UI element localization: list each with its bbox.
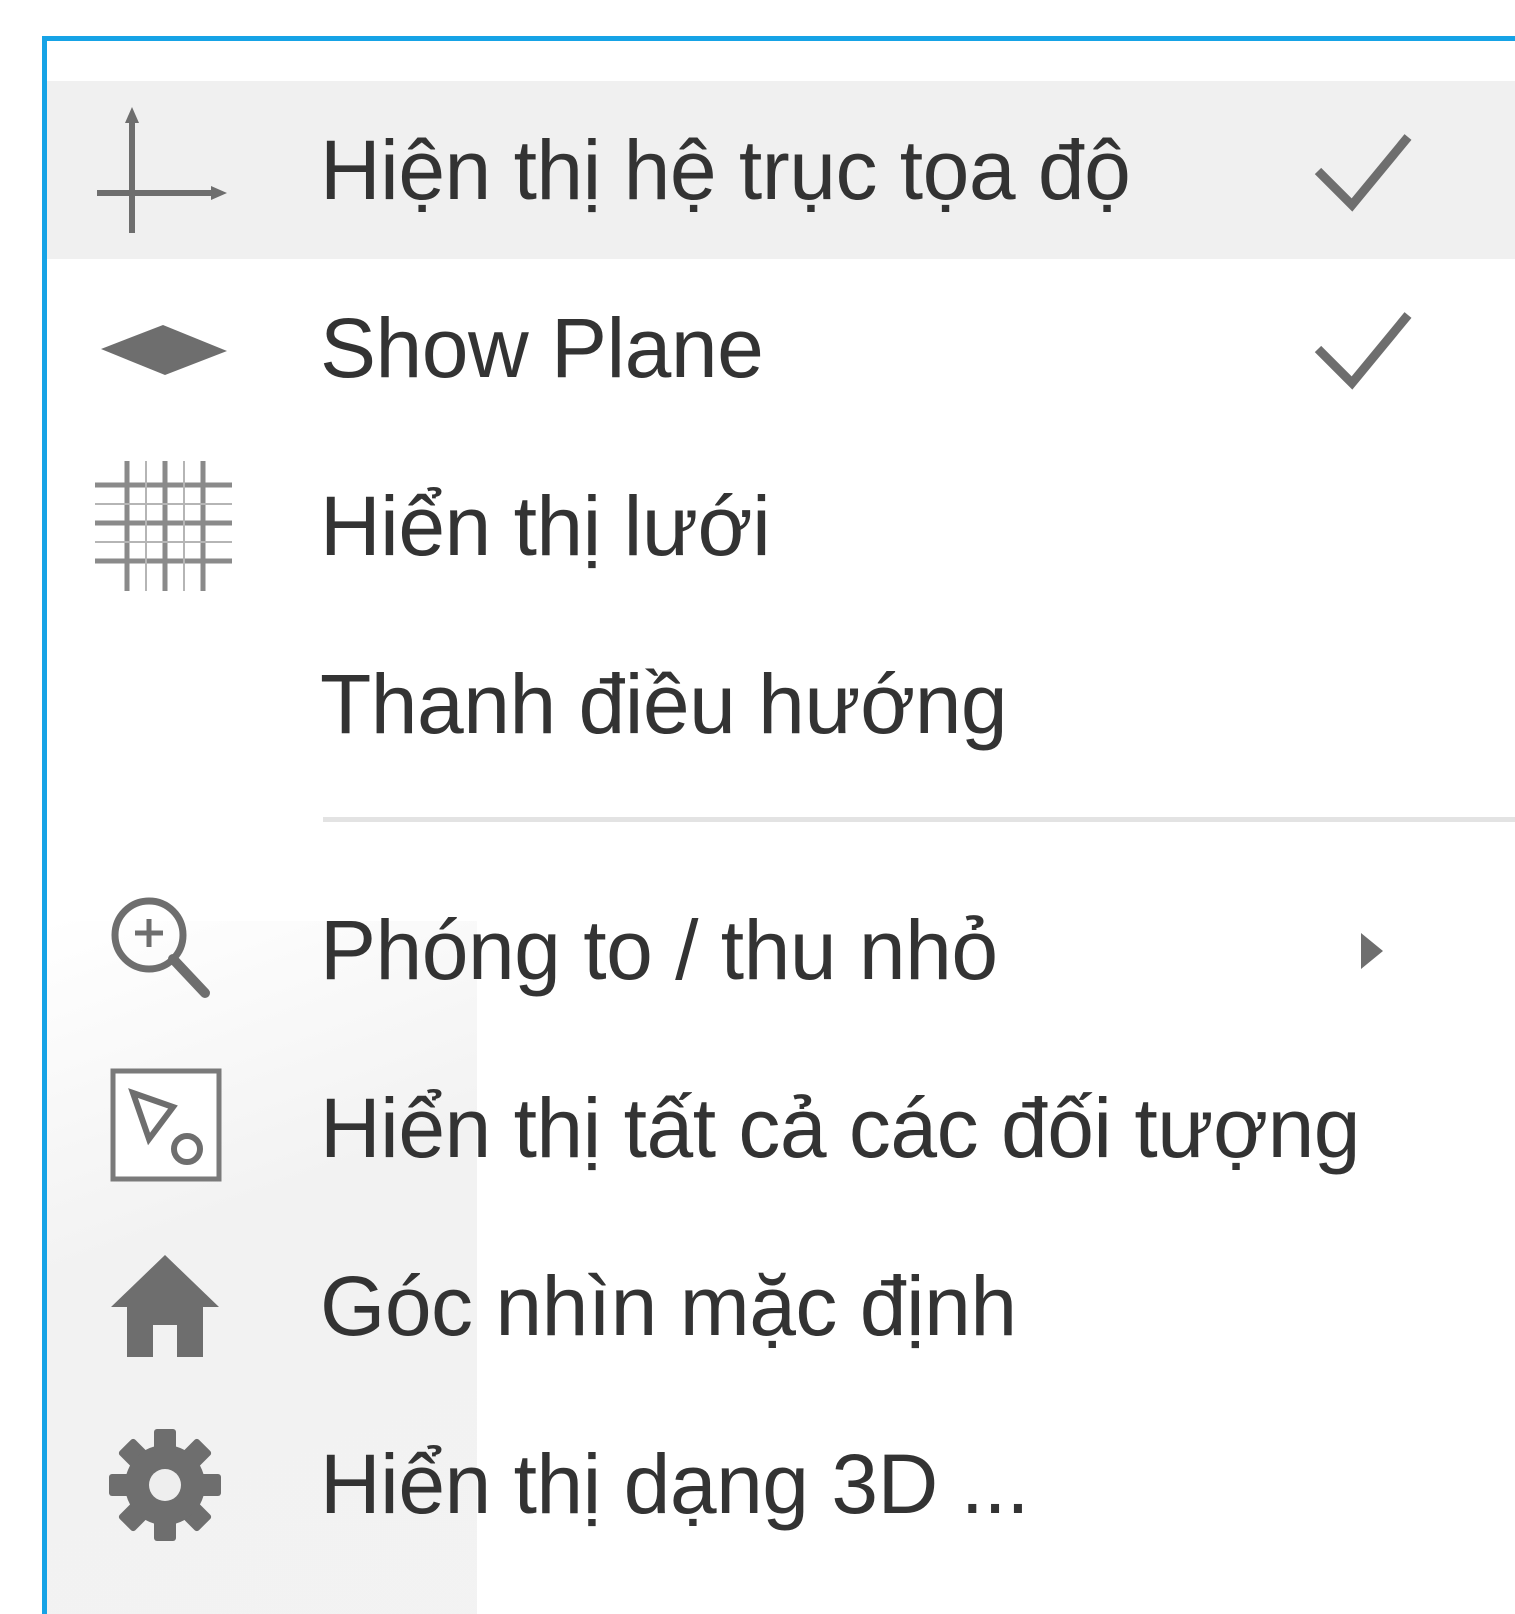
checkmark-icon: [1312, 127, 1412, 213]
menu-item-label: Thanh điều hướng: [320, 657, 1008, 751]
gear-icon: [87, 1419, 237, 1549]
menu-item-label: Phóng to / thu nhỏ: [320, 903, 998, 997]
plane-icon: [87, 283, 237, 413]
grid-icon: [87, 461, 237, 591]
show-all-objects-icon: [87, 1063, 237, 1193]
menu-item-default-view[interactable]: Góc nhìn mặc định: [47, 1217, 1515, 1395]
menu-item-zoom[interactable]: Phóng to / thu nhỏ: [47, 861, 1515, 1039]
menu-item-label: Góc nhìn mặc định: [320, 1259, 1017, 1353]
menu-separator: [323, 817, 1515, 822]
menu-item-label: Hiển thị lưới: [320, 479, 771, 573]
menu-item-show-plane[interactable]: Show Plane: [47, 259, 1515, 437]
menu-item-label: Show Plane: [320, 301, 764, 395]
menu-item-label: Hiển thị tất cả các đối tượng: [320, 1081, 1361, 1175]
menu-item-label: Hiển thị dạng 3D ...: [320, 1437, 1030, 1531]
submenu-arrow-icon: [1357, 929, 1387, 973]
menu-item-label: Hiện thị hệ trục tọa độ: [320, 123, 1131, 217]
menu-item-show-grid[interactable]: Hiển thị lưới: [47, 437, 1515, 615]
context-menu: Hiện thị hệ trục tọa độ Show Plane Hiển …: [42, 36, 1515, 1614]
zoom-in-icon: [87, 885, 237, 1015]
menu-item-3d-settings[interactable]: Hiển thị dạng 3D ...: [47, 1395, 1515, 1573]
menu-item-show-all-objects[interactable]: Hiển thị tất cả các đối tượng: [47, 1039, 1515, 1217]
menu-item-navigation-bar[interactable]: Thanh điều hướng: [47, 615, 1515, 793]
menu-item-show-axes[interactable]: Hiện thị hệ trục tọa độ: [47, 81, 1515, 259]
axes-icon: [87, 105, 237, 235]
home-icon: [87, 1241, 237, 1371]
checkmark-icon: [1312, 305, 1412, 391]
